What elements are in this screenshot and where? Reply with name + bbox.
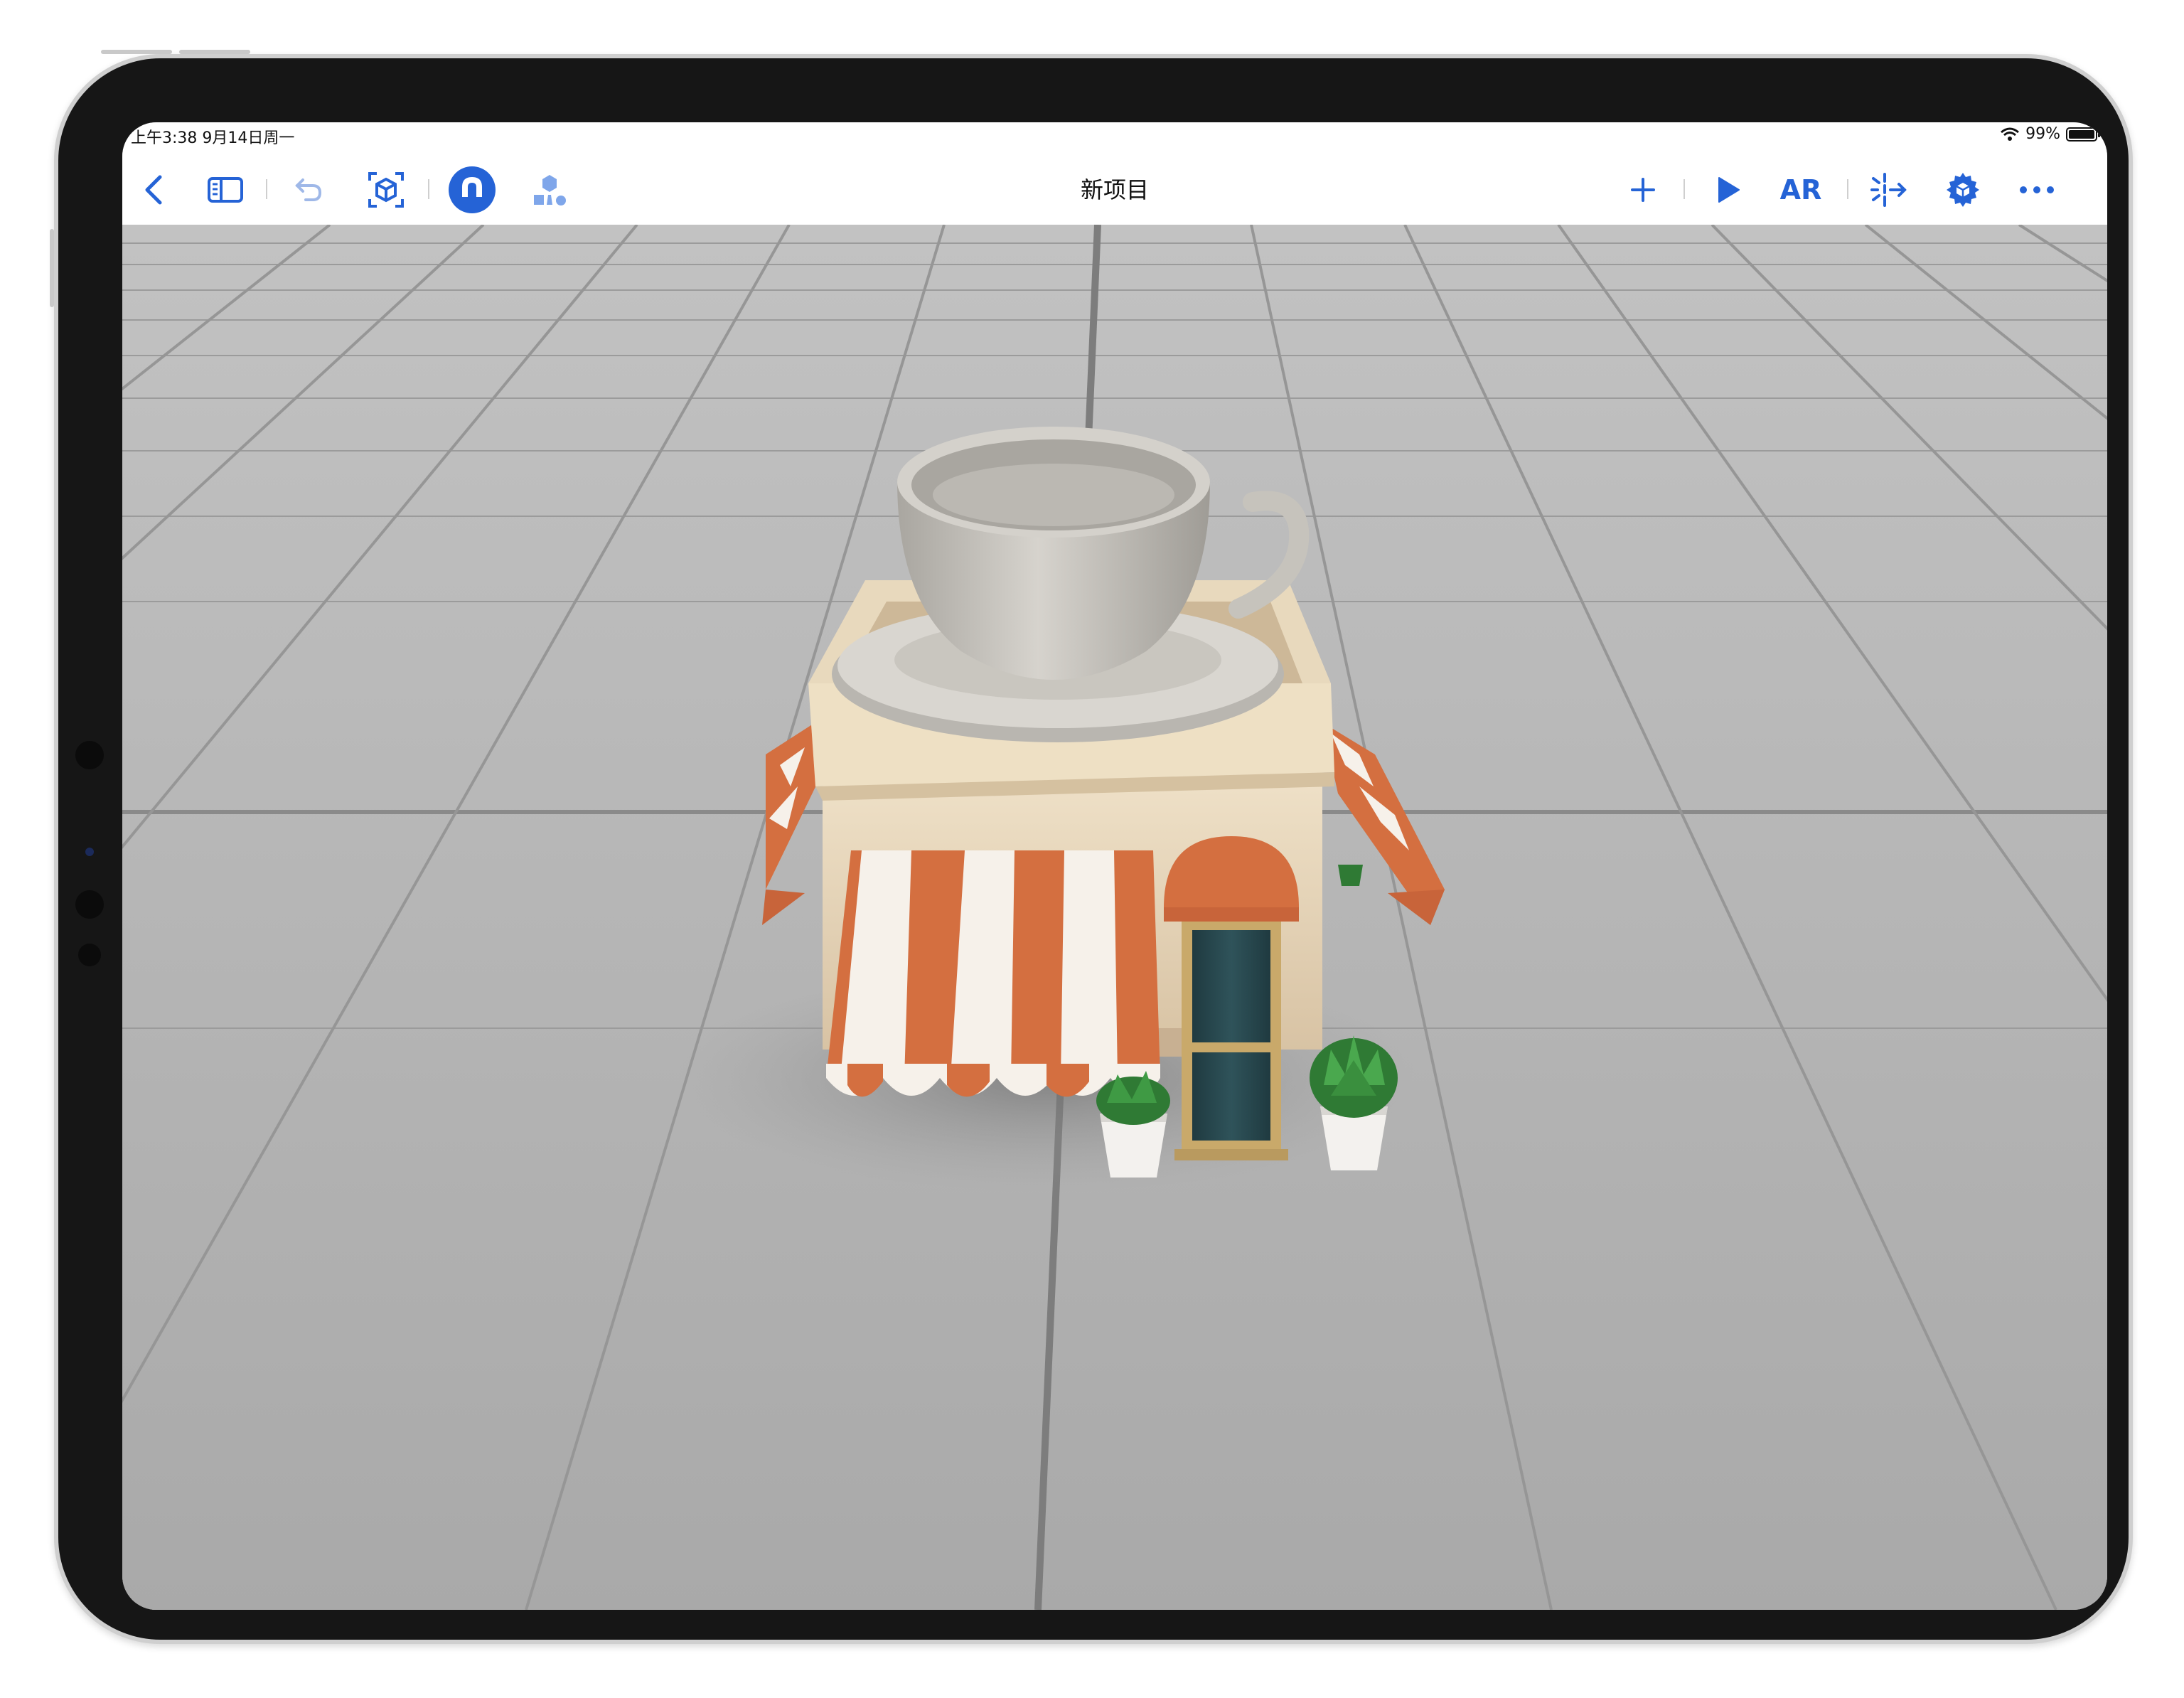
- status-time: 上午3:38 9月14日周一: [131, 129, 295, 147]
- add-button[interactable]: [1618, 165, 1668, 215]
- transform-button[interactable]: [1864, 165, 1914, 215]
- more-icon: [2020, 186, 2054, 193]
- more-button[interactable]: [2012, 165, 2062, 215]
- status-right: 99%: [2000, 125, 2100, 143]
- camera-lens: [85, 848, 94, 856]
- battery-icon: [2066, 127, 2100, 142]
- battery-percent: 99%: [2025, 125, 2060, 143]
- ar-icon: AR: [1779, 174, 1822, 205]
- floor-grid: [122, 225, 2107, 1610]
- top-button: [101, 50, 172, 54]
- toolbar-separator: [1847, 179, 1848, 199]
- gear-cube-icon: [1947, 173, 1979, 207]
- top-button-2: [179, 50, 250, 54]
- settings-button[interactable]: [1938, 165, 1988, 215]
- ipad-screen: 上午3:38 9月14日周一 99% 新项目 AR: [122, 122, 2107, 1610]
- sensor-dot: [75, 890, 104, 919]
- transform-arrows-icon: [1870, 173, 1907, 207]
- camera-dot: [75, 741, 104, 769]
- top-bar: 上午3:38 9月14日周一 99% 新项目 AR: [122, 122, 2107, 225]
- play-icon: [1718, 177, 1740, 203]
- sensor-dot-2: [78, 944, 101, 966]
- volume-button: [50, 229, 54, 307]
- add-icon: [1631, 178, 1655, 202]
- wifi-icon: [2001, 127, 2020, 141]
- 3d-viewport[interactable]: [122, 225, 2107, 1610]
- play-button[interactable]: [1703, 165, 1753, 215]
- toolbar-separator: [1684, 179, 1685, 199]
- front-awning: [826, 850, 1160, 1097]
- ar-button[interactable]: AR: [1769, 165, 1833, 215]
